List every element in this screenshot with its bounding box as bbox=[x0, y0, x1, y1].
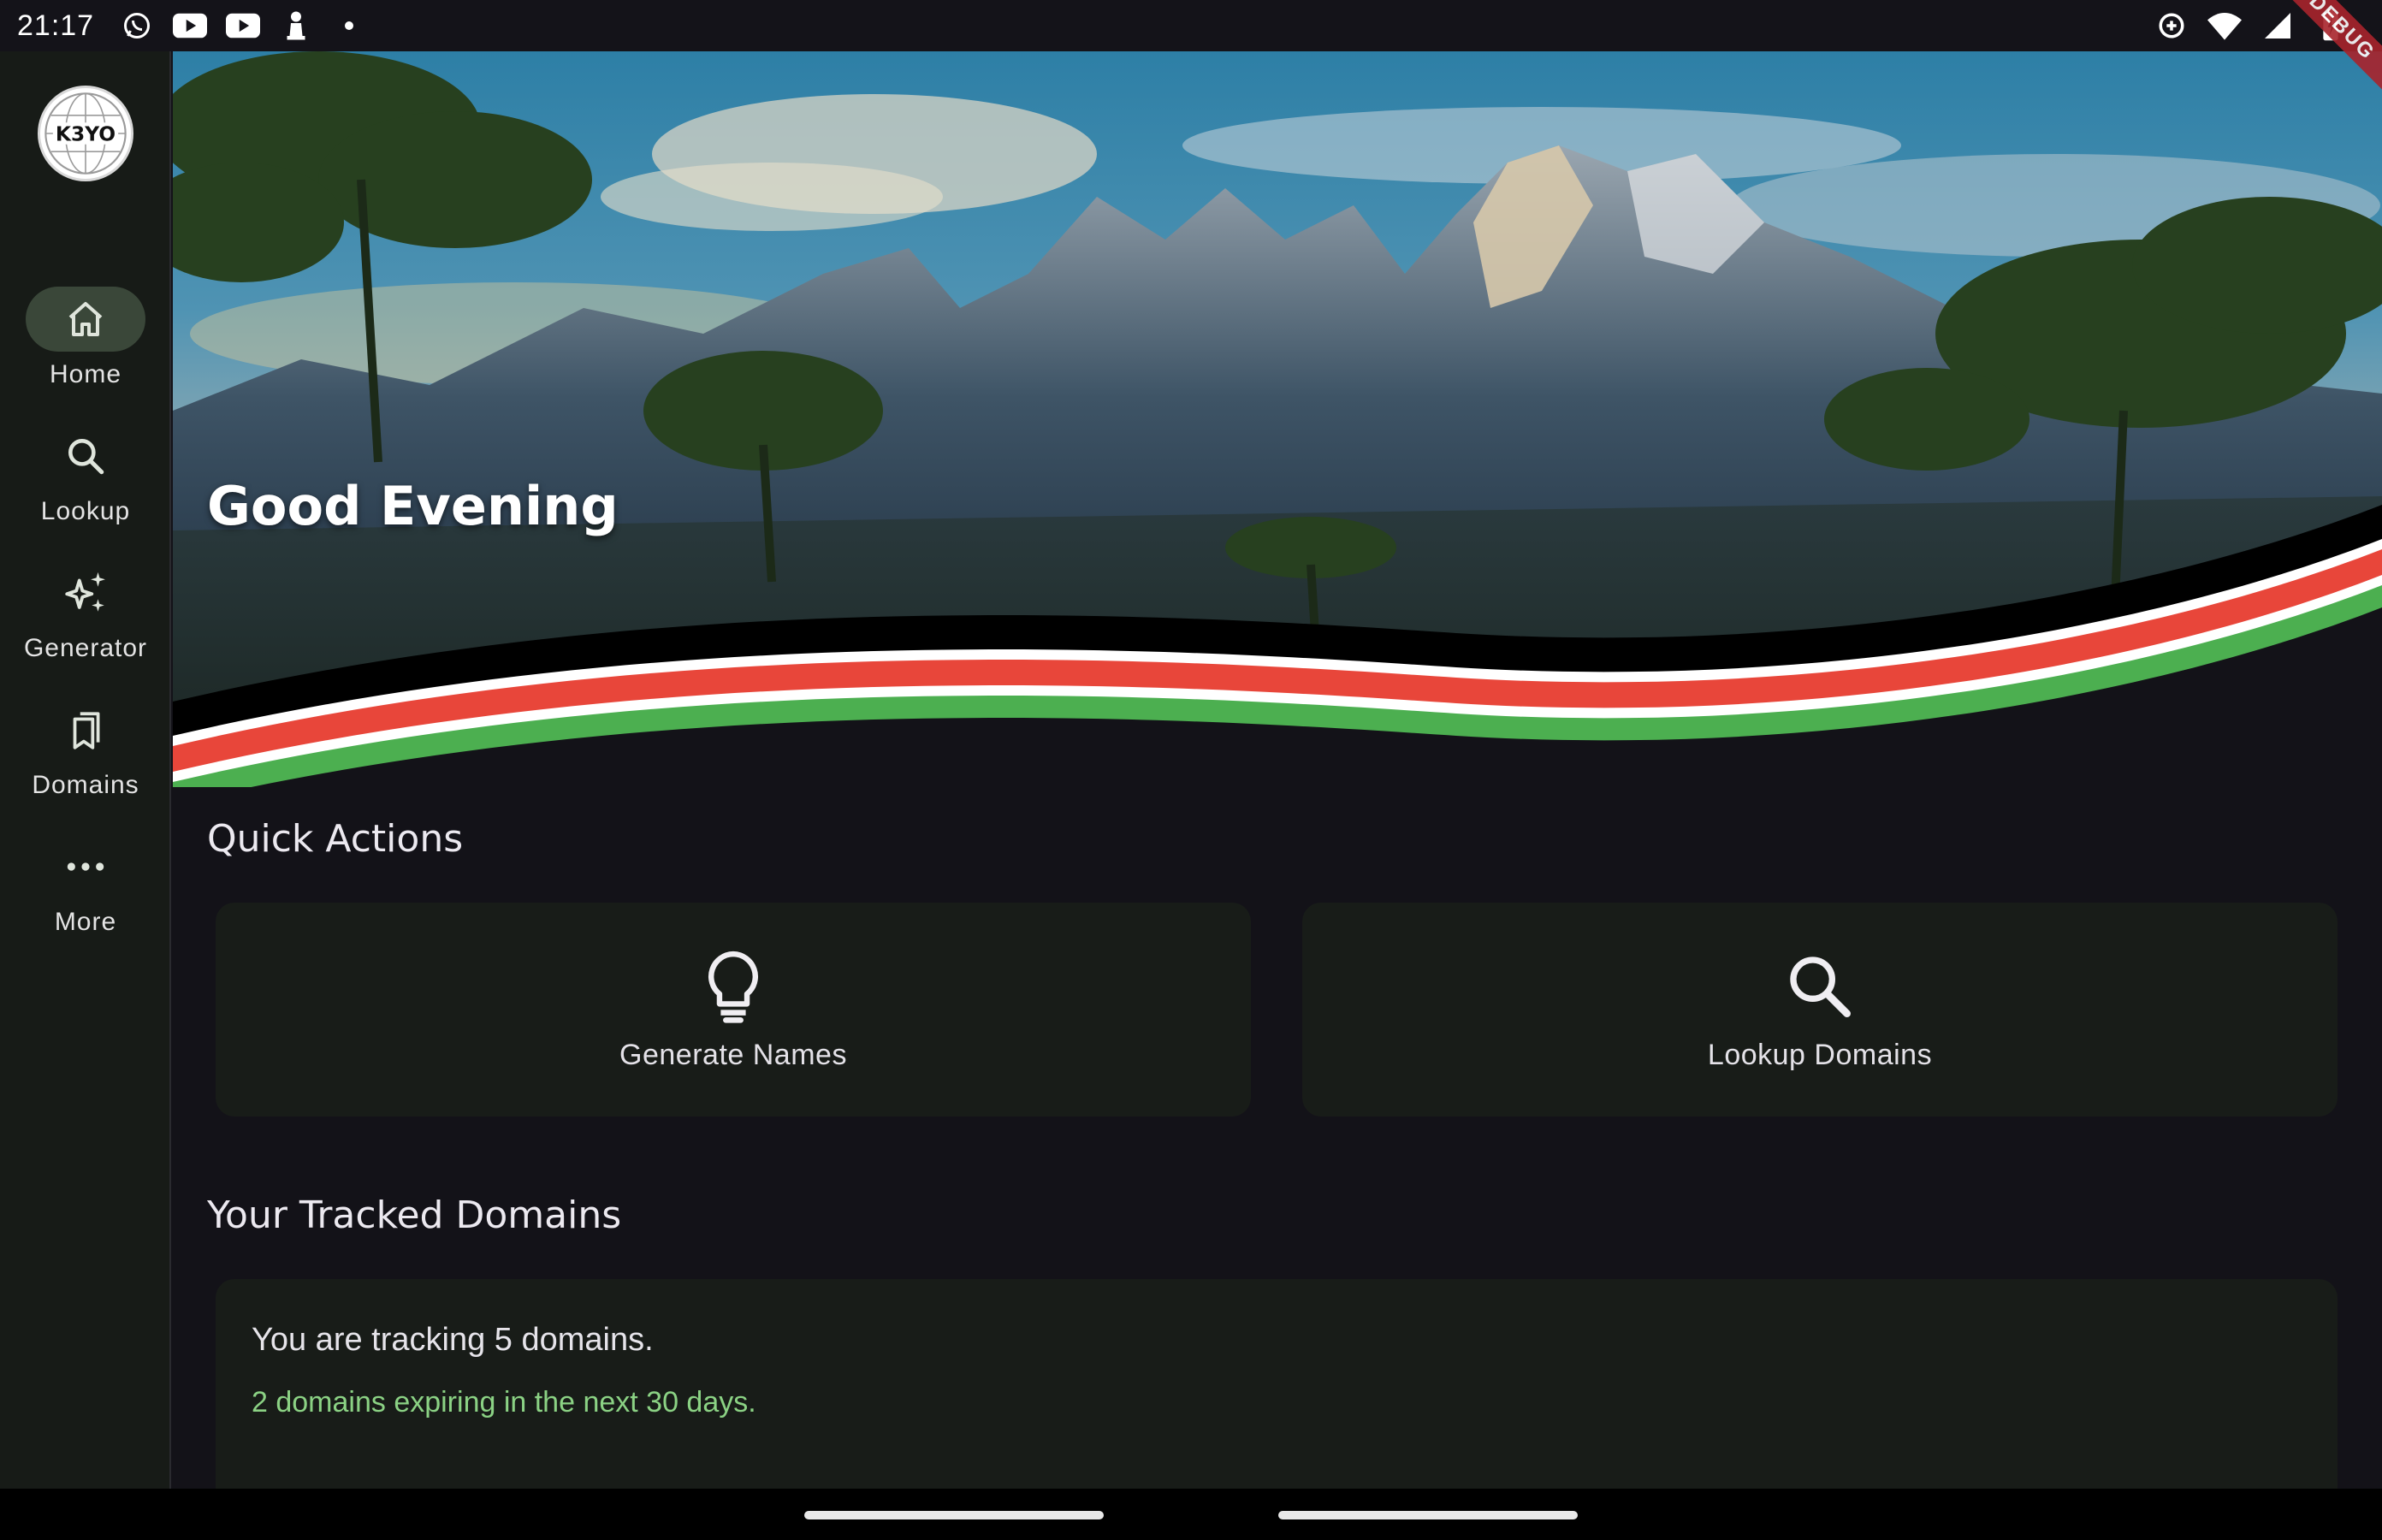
app-logo: K3YO bbox=[38, 86, 133, 181]
globe-logo-icon: K3YO bbox=[44, 92, 127, 175]
sparkle-icon bbox=[65, 572, 105, 612]
status-bar: 21:17 bbox=[0, 0, 2382, 51]
nav-item-domains[interactable]: Domains bbox=[0, 697, 171, 800]
nav-label-more: More bbox=[54, 908, 117, 936]
nav-item-lookup[interactable]: Lookup bbox=[0, 424, 171, 526]
gesture-handle[interactable] bbox=[804, 1511, 1104, 1519]
youtube-icon bbox=[226, 9, 261, 43]
search-icon bbox=[1790, 956, 1851, 1017]
bookmarks-icon bbox=[73, 712, 100, 749]
chess-pawn-icon bbox=[279, 9, 313, 43]
nav-item-more[interactable]: More bbox=[0, 834, 171, 937]
logo-text: K3YO bbox=[56, 122, 116, 145]
nav-label-lookup: Lookup bbox=[40, 497, 131, 525]
lookup-domains-button[interactable]: Lookup Domains bbox=[1302, 903, 2338, 1116]
tracked-domains-card[interactable]: You are tracking 5 domains. 2 domains ex… bbox=[216, 1279, 2338, 1489]
navigation-rail: K3YO Home Lookup Generator Domains More bbox=[0, 51, 171, 1489]
data-saver-icon bbox=[2154, 9, 2189, 43]
gesture-navigation-bar bbox=[0, 1489, 2382, 1540]
notification-icons bbox=[120, 9, 366, 43]
nav-item-generator[interactable]: Generator bbox=[0, 560, 171, 663]
expiring-domains-text: 2 domains expiring in the next 30 days. bbox=[252, 1386, 756, 1419]
generate-names-label: Generate Names bbox=[619, 1038, 847, 1071]
dot-icon bbox=[332, 9, 366, 43]
savanna-mountains-photo bbox=[173, 51, 2382, 787]
home-icon bbox=[68, 302, 103, 336]
nav-label-generator: Generator bbox=[23, 634, 148, 662]
status-time: 21:17 bbox=[17, 9, 95, 42]
greeting-title: Good Evening bbox=[207, 475, 619, 537]
nav-label-home: Home bbox=[49, 360, 122, 388]
search-icon bbox=[68, 439, 104, 475]
tracked-domains-title: Your Tracked Domains bbox=[207, 1194, 622, 1237]
lightbulb-icon bbox=[708, 951, 758, 1023]
quick-actions-title: Quick Actions bbox=[207, 817, 464, 861]
whatsapp-icon bbox=[120, 9, 154, 43]
gesture-handle[interactable] bbox=[1278, 1511, 1578, 1519]
lookup-domains-label: Lookup Domains bbox=[1707, 1038, 1933, 1071]
generate-names-button[interactable]: Generate Names bbox=[216, 903, 1251, 1116]
app-root: 21:17 DEBUG K3YO Home Lookup Generator D… bbox=[0, 0, 2382, 1540]
youtube-icon bbox=[173, 9, 208, 43]
nav-item-home[interactable]: Home bbox=[0, 287, 171, 389]
nav-label-domains: Domains bbox=[32, 771, 139, 799]
wifi-icon bbox=[2207, 9, 2242, 43]
tracked-count-text: You are tracking 5 domains. bbox=[252, 1322, 654, 1358]
hero-banner: Good Evening bbox=[173, 51, 2382, 787]
more-horizontal-icon bbox=[67, 862, 104, 871]
signal-icon bbox=[2261, 9, 2295, 43]
home-screen: Good Evening Quick Actions Generate Name… bbox=[173, 51, 2382, 1489]
